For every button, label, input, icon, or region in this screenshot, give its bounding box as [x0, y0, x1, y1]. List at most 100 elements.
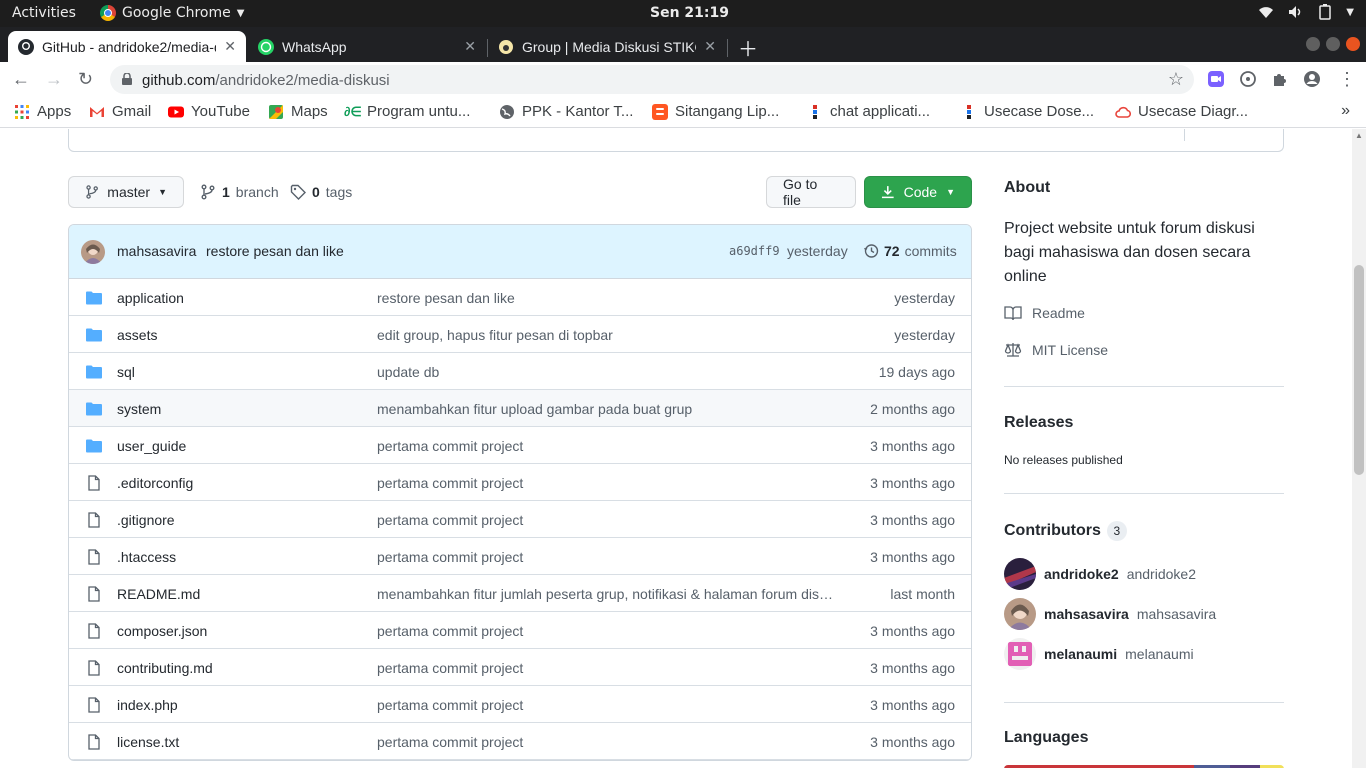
more-bookmarks-icon[interactable]: » [1341, 102, 1350, 120]
file-commit-message[interactable]: menambahkan fitur upload gambar pada bua… [377, 401, 837, 417]
table-row[interactable]: .gitignore pertama commit project 3 mont… [69, 501, 971, 538]
bookmark-chat-application[interactable]: chat applicati... [807, 103, 930, 120]
tab-group-media-diskusi[interactable]: Group | Media Diskusi STIKOM ✕ [488, 31, 726, 62]
scroll-up-arrow-icon[interactable]: ▲ [1355, 131, 1363, 140]
file-name[interactable]: user_guide [117, 438, 186, 454]
contributors-heading[interactable]: Contributors 3 [1004, 521, 1127, 541]
commits-link[interactable]: 72 commits [863, 243, 957, 259]
file-name[interactable]: system [117, 401, 161, 417]
file-name[interactable]: .editorconfig [117, 475, 193, 491]
bookmark-usecase-dosen[interactable]: Usecase Dose... [961, 103, 1094, 120]
table-row[interactable]: system menambahkan fitur upload gambar p… [69, 390, 971, 427]
system-tray[interactable]: ▼ [1258, 4, 1354, 20]
table-row[interactable]: index.php pertama commit project 3 month… [69, 686, 971, 723]
table-row[interactable]: assets edit group, hapus fitur pesan di … [69, 316, 971, 353]
file-name[interactable]: application [117, 290, 184, 306]
file-name[interactable]: contributing.md [117, 660, 213, 676]
bookmark-apps[interactable]: Apps [14, 103, 71, 120]
file-icon [88, 549, 100, 565]
reload-icon[interactable]: ↻ [78, 69, 93, 90]
file-name[interactable]: assets [117, 327, 157, 343]
avatar[interactable] [1004, 558, 1036, 590]
profile-icon[interactable] [1303, 70, 1321, 88]
file-commit-message[interactable]: pertama commit project [377, 660, 837, 676]
branch-select-button[interactable]: master ▼ [68, 176, 184, 208]
extension-icon[interactable] [1239, 70, 1257, 88]
file-commit-message[interactable]: pertama commit project [377, 623, 837, 639]
app-menu[interactable]: Google Chrome ▼ [100, 5, 244, 21]
close-icon[interactable]: ✕ [704, 38, 716, 55]
file-name[interactable]: license.txt [117, 734, 179, 750]
forward-arrow-icon[interactable]: → [45, 69, 63, 90]
file-name[interactable]: .gitignore [117, 512, 175, 528]
address-bar[interactable]: github.com/andridoke2/media-diskusi ☆ [110, 65, 1194, 94]
tags-link[interactable]: 0 tags [290, 184, 352, 200]
table-row[interactable]: sql update db 19 days ago [69, 353, 971, 390]
zoom-extension-icon[interactable] [1207, 70, 1225, 88]
file-commit-message[interactable]: pertama commit project [377, 697, 837, 713]
avatar[interactable] [1004, 598, 1036, 630]
file-commit-message[interactable]: update db [377, 364, 837, 380]
contributor-item[interactable]: mahsasavira mahsasavira [1004, 598, 1216, 630]
table-row[interactable]: user_guide pertama commit project 3 mont… [69, 427, 971, 464]
file-name[interactable]: index.php [117, 697, 178, 713]
table-row[interactable]: .htaccess pertama commit project 3 month… [69, 538, 971, 575]
bookmark-usecase-diagram[interactable]: Usecase Diagr... [1115, 103, 1248, 120]
bookmark-star-icon[interactable]: ☆ [1168, 69, 1184, 90]
file-commit-message[interactable]: pertama commit project [377, 512, 837, 528]
table-row[interactable]: .editorconfig pertama commit project 3 m… [69, 464, 971, 501]
file-commit-message[interactable]: pertama commit project [377, 549, 837, 565]
bookmark-label: Sitangang Lip... [675, 103, 780, 120]
code-button[interactable]: Code ▼ [864, 176, 972, 208]
download-icon [881, 186, 894, 199]
back-arrow-icon[interactable]: ← [12, 69, 30, 90]
close-icon[interactable]: ✕ [464, 38, 476, 55]
chrome-menu-icon[interactable]: ⋮ [1338, 69, 1356, 90]
bookmark-sitangang[interactable]: Sitangang Lip... [652, 103, 779, 120]
file-commit-message[interactable]: edit group, hapus fitur pesan di topbar [377, 327, 837, 343]
branches-link[interactable]: 1 branch [200, 184, 279, 200]
license-link[interactable]: MIT License [1004, 342, 1108, 358]
file-name[interactable]: README.md [117, 586, 200, 602]
minimize-button[interactable] [1306, 37, 1320, 51]
table-row[interactable]: license.txt pertama commit project 3 mon… [69, 723, 971, 760]
extensions-puzzle-icon[interactable] [1271, 70, 1289, 88]
go-to-file-button[interactable]: Go to file [766, 176, 856, 208]
new-tab-button[interactable]: ＋ [738, 33, 758, 62]
bookmark-youtube[interactable]: YouTube [168, 103, 250, 120]
bookmark-gmail[interactable]: Gmail [89, 103, 151, 120]
table-row[interactable]: application restore pesan dan like yeste… [69, 279, 971, 316]
file-commit-message[interactable]: menambahkan fitur jumlah peserta grup, n… [377, 586, 837, 602]
table-row[interactable]: contributing.md pertama commit project 3… [69, 649, 971, 686]
file-name[interactable]: .htaccess [117, 549, 176, 565]
commit-message[interactable]: restore pesan dan like [206, 243, 344, 259]
file-commit-message[interactable]: restore pesan dan like [377, 290, 837, 306]
bookmark-maps[interactable]: Maps [268, 103, 328, 120]
contributor-item[interactable]: melanaumi melanaumi [1004, 638, 1194, 670]
readme-link[interactable]: Readme [1004, 305, 1085, 321]
tab-github[interactable]: GitHub - andridoke2/media-diskusi ✕ [8, 31, 246, 62]
file-commit-message[interactable]: pertama commit project [377, 734, 837, 750]
file-name[interactable]: composer.json [117, 623, 207, 639]
file-commit-message[interactable]: pertama commit project [377, 475, 837, 491]
close-icon[interactable]: ✕ [224, 38, 236, 55]
maximize-button[interactable] [1326, 37, 1340, 51]
table-row[interactable]: README.md menambahkan fitur jumlah peser… [69, 575, 971, 612]
activities-button[interactable]: Activities [12, 5, 76, 21]
tab-title: Group | Media Diskusi STIKOM [522, 38, 696, 55]
file-commit-message[interactable]: pertama commit project [377, 438, 837, 454]
contributor-item[interactable]: andridoke2 andridoke2 [1004, 558, 1196, 590]
clock[interactable]: Sen 21:19 [650, 5, 729, 21]
page-scrollbar-thumb[interactable] [1354, 265, 1364, 475]
commit-author[interactable]: mahsasavira [117, 243, 196, 259]
commit-sha[interactable]: a69dff9 [729, 244, 780, 258]
avatar[interactable] [1004, 638, 1036, 670]
bookmark-program[interactable]: ∂∈ Program untu... [344, 103, 470, 120]
releases-heading[interactable]: Releases [1004, 414, 1073, 432]
bookmark-ppk[interactable]: PPK - Kantor T... [499, 103, 633, 120]
tab-whatsapp[interactable]: WhatsApp ✕ [248, 31, 486, 62]
table-row[interactable]: composer.json pertama commit project 3 m… [69, 612, 971, 649]
window-close-button[interactable] [1346, 37, 1360, 51]
avatar[interactable] [81, 240, 105, 264]
file-name[interactable]: sql [117, 364, 135, 380]
